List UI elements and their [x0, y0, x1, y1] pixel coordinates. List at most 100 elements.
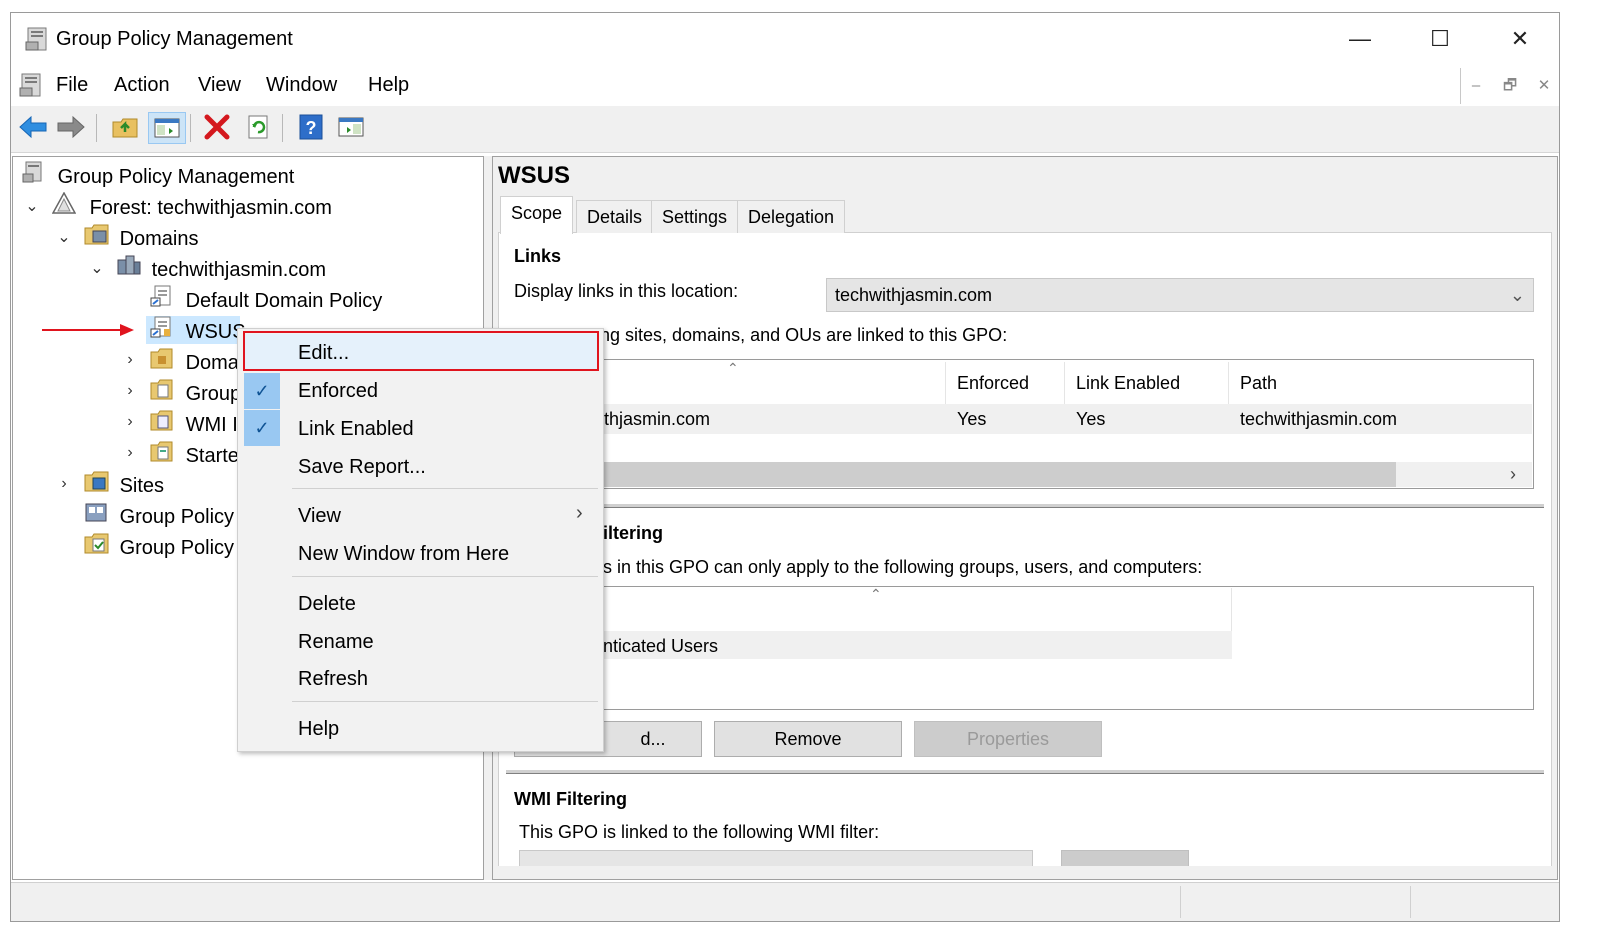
close-button[interactable]: ✕ — [1490, 20, 1550, 58]
show-hide-tree-icon[interactable] — [148, 112, 186, 144]
menu-item-save-report[interactable]: Save Report... — [298, 456, 426, 479]
tree-gp-modeling[interactable]: Group Policy — [84, 501, 234, 529]
check-icon: ✓ — [244, 410, 280, 446]
refresh-icon[interactable] — [244, 112, 274, 142]
mdi-minimize-button[interactable]: – — [1462, 72, 1490, 100]
domain-icon — [116, 254, 141, 276]
menu-item-new-window[interactable]: New Window from Here — [298, 543, 509, 566]
location-select-value: techwithjasmin.com — [835, 285, 993, 305]
column-header-link-enabled[interactable]: Link Enabled — [1076, 373, 1180, 394]
help-icon[interactable]: ? — [296, 112, 326, 142]
menu-separator — [292, 576, 598, 577]
back-arrow-icon[interactable] — [18, 112, 48, 142]
tree-item-label: Default Domain Policy — [185, 290, 383, 312]
menu-separator — [292, 488, 598, 489]
chevron-right-icon[interactable]: › — [56, 475, 72, 493]
wmi-filtering-heading: WMI Filtering — [514, 789, 627, 809]
tab-settings[interactable]: Settings — [651, 200, 739, 233]
security-filtering-heading: iltering — [603, 523, 664, 543]
linked-text: ng sites, domains, and OUs are linked to… — [600, 325, 1008, 345]
menu-item-rename[interactable]: Rename — [298, 631, 374, 654]
menu-help[interactable]: Help — [368, 74, 409, 97]
cell-enforced: Yes — [957, 409, 987, 429]
column-separator[interactable] — [945, 362, 946, 404]
chevron-down-icon[interactable]: ⌄ — [24, 196, 40, 216]
status-bar — [11, 882, 1559, 921]
location-select[interactable]: techwithjasmin.com ⌄ — [826, 278, 1534, 312]
tree-item-wsus[interactable]: WSUS — [150, 316, 246, 344]
tree-item-wmi-filters[interactable]: WMI I — [150, 409, 238, 437]
tree-gp-results[interactable]: Group Policy — [84, 532, 234, 560]
remove-button[interactable]: Remove — [714, 721, 902, 757]
gpo-folder-icon — [150, 378, 174, 400]
menu-separator — [292, 701, 598, 702]
gpm-icon — [22, 161, 46, 183]
delete-icon[interactable] — [202, 112, 232, 142]
ou-folder-icon — [150, 347, 174, 369]
menu-item-view[interactable]: View — [298, 505, 341, 528]
status-separator — [1410, 886, 1411, 918]
security-row-name: nticated Users — [603, 636, 719, 656]
tree-forest[interactable]: Forest: techwithjasmin.com — [51, 191, 332, 220]
tree-item-starter-gpos[interactable]: Starte — [150, 440, 239, 468]
sort-up-icon: ⌃ — [727, 360, 739, 376]
menu-item-enforced[interactable]: Enforced — [298, 380, 378, 403]
cell-link-enabled: Yes — [1076, 409, 1106, 429]
menu-item-link-enabled[interactable]: Link Enabled — [298, 418, 414, 441]
menu-item-delete[interactable]: Delete — [298, 593, 356, 616]
sort-up-icon: ⌃ — [870, 586, 882, 602]
menu-file[interactable]: File — [56, 74, 88, 97]
toolbar-separator — [96, 114, 97, 142]
forward-arrow-icon[interactable] — [56, 112, 86, 142]
chevron-right-icon[interactable]: › — [1510, 464, 1516, 485]
tree-root[interactable]: Group Policy Management — [22, 161, 294, 189]
sites-folder-icon — [84, 470, 109, 492]
scrollbar-thumb[interactable] — [600, 462, 1396, 487]
annotation-highlight-box — [243, 331, 599, 371]
chevron-right-icon[interactable]: › — [122, 413, 138, 431]
column-header-enforced[interactable]: Enforced — [957, 373, 1029, 394]
menu-action[interactable]: Action — [114, 74, 170, 97]
menu-item-help[interactable]: Help — [298, 718, 339, 741]
domains-folder-icon — [84, 223, 109, 245]
tree-item-domain-controllers[interactable]: Doma — [150, 347, 239, 375]
tree-domain-label: techwithjasmin.com — [151, 259, 327, 281]
maximize-button[interactable]: ☐ — [1410, 20, 1470, 58]
wmi-filter-select[interactable] — [519, 850, 1033, 867]
up-folder-icon[interactable] — [110, 112, 140, 142]
properties-icon[interactable] — [336, 112, 366, 142]
open-wmi-button[interactable] — [1061, 850, 1189, 867]
tree-item-group-policy-objects[interactable]: Group — [150, 378, 241, 406]
chevron-right-icon[interactable]: › — [122, 351, 138, 369]
tree-domains[interactable]: Domains — [84, 223, 198, 251]
chevron-right-icon[interactable]: › — [122, 444, 138, 462]
tab-delegation[interactable]: Delegation — [737, 200, 846, 233]
column-separator[interactable] — [1064, 362, 1065, 404]
mdi-close-button[interactable]: ✕ — [1530, 72, 1558, 100]
menu-item-refresh[interactable]: Refresh — [298, 668, 368, 691]
menu-window[interactable]: Window — [266, 74, 337, 97]
tree-item-label: Starte — [185, 445, 239, 467]
tree-sites[interactable]: Sites — [84, 470, 164, 498]
chevron-down-icon: ⌄ — [1509, 285, 1525, 305]
tree-domain[interactable]: techwithjasmin.com — [116, 254, 326, 282]
properties-button[interactable]: Properties — [914, 721, 1102, 757]
chevron-down-icon[interactable]: ⌄ — [56, 227, 72, 247]
menu-view[interactable]: View — [198, 74, 241, 97]
column-separator[interactable] — [1228, 362, 1229, 404]
tree-item-default-domain-policy[interactable]: Default Domain Policy — [150, 285, 382, 313]
tree-item-label: WMI I — [185, 414, 238, 436]
column-header-path[interactable]: Path — [1240, 373, 1277, 394]
minimize-button[interactable]: — — [1330, 20, 1390, 58]
mdi-restore-button[interactable]: 🗗 — [1496, 72, 1524, 100]
chevron-down-icon[interactable]: ⌄ — [89, 258, 105, 278]
gpo-title: WSUS — [498, 162, 570, 189]
results-folder-icon — [84, 532, 109, 554]
check-icon: ✓ — [244, 373, 280, 409]
tab-details[interactable]: Details — [576, 200, 654, 233]
annotation-arrow — [42, 322, 136, 343]
console-icon[interactable] — [18, 72, 46, 103]
chevron-right-icon[interactable]: › — [122, 382, 138, 400]
modeling-icon — [84, 501, 108, 523]
tab-scope[interactable]: Scope — [500, 196, 574, 234]
